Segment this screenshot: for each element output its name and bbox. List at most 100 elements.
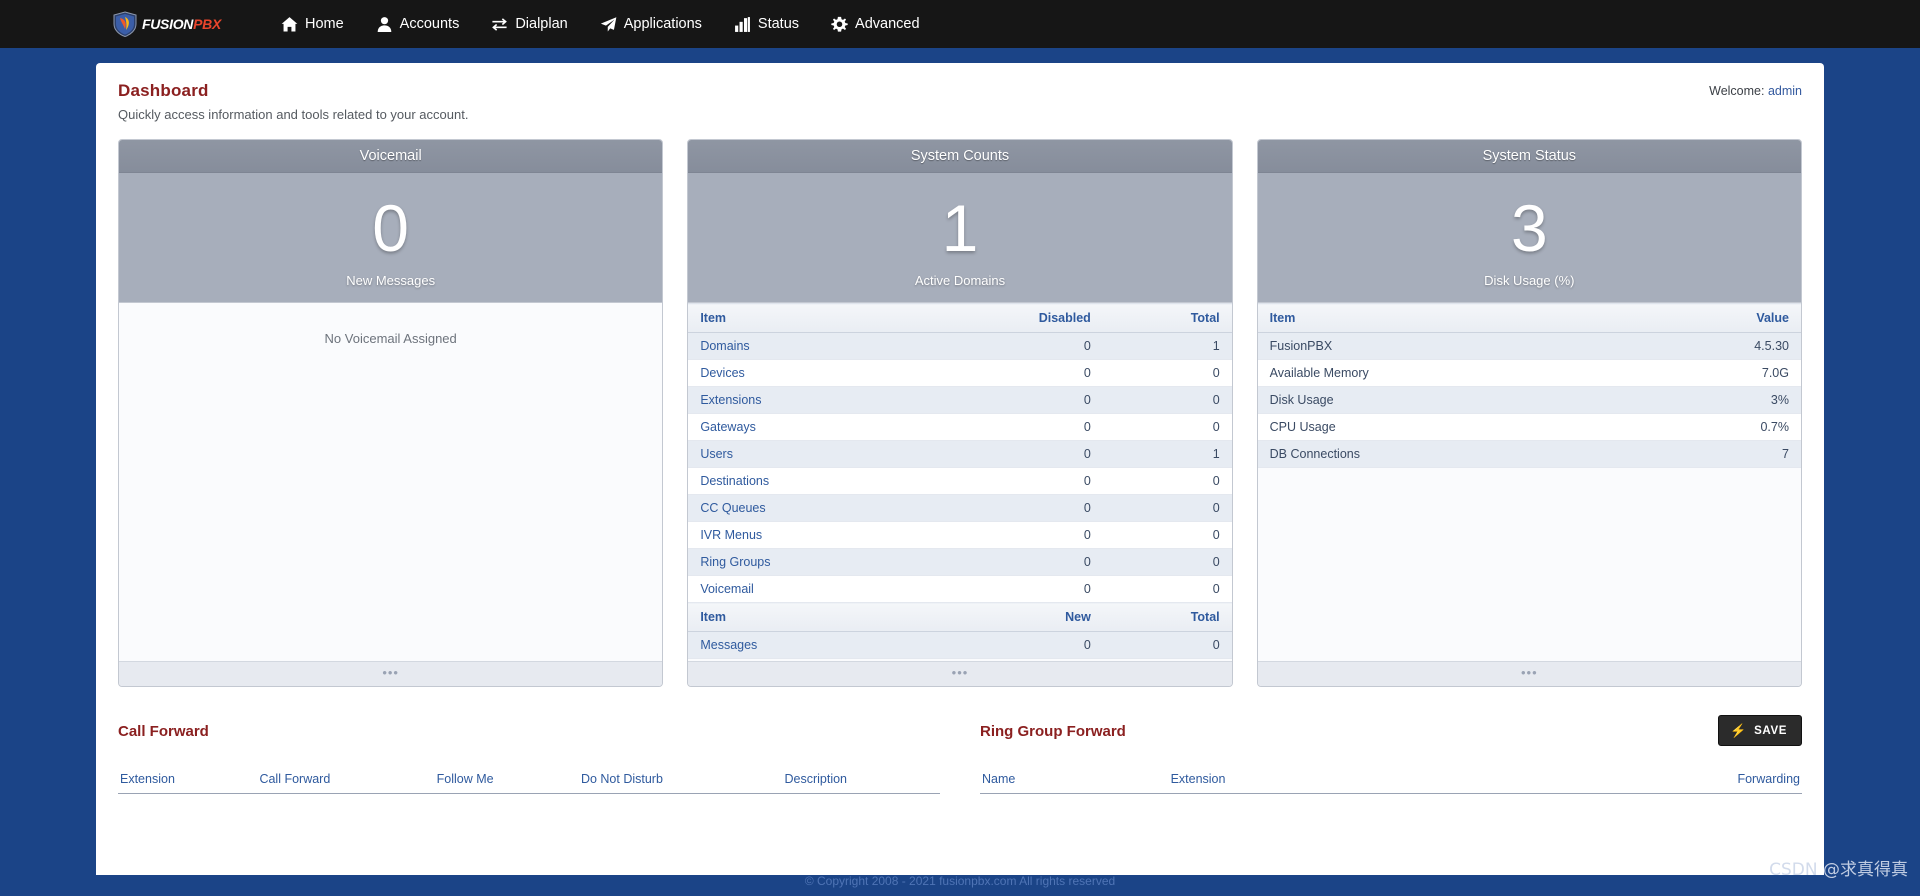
- widget-system-counts: System Counts 1 Active Domains Item Disa…: [687, 139, 1233, 687]
- watermark: CSDN @求真得真: [1769, 860, 1908, 880]
- nav-item-accounts[interactable]: Accounts: [360, 0, 476, 48]
- table-row[interactable]: Gateways 0 0: [688, 413, 1232, 441]
- col-extension[interactable]: Extension: [1168, 768, 1467, 794]
- cell-item[interactable]: Ring Groups: [688, 548, 918, 576]
- cell-item[interactable]: CC Queues: [688, 494, 918, 522]
- cell-item: FusionPBX: [1257, 332, 1626, 360]
- col-total[interactable]: Total: [1102, 303, 1232, 333]
- col-item[interactable]: Item: [688, 303, 918, 333]
- table-row[interactable]: Devices 0 0: [688, 359, 1232, 387]
- table-header-row: Name Extension Forwarding: [980, 768, 1802, 794]
- col-new[interactable]: New: [917, 602, 1103, 632]
- col-description[interactable]: Description: [782, 768, 940, 794]
- cell-item: CPU Usage: [1257, 413, 1626, 441]
- system-counts-footer-dots: •••: [951, 665, 969, 680]
- cell-total: 0: [1102, 467, 1232, 495]
- nav-item-dialplan[interactable]: Dialplan: [475, 0, 583, 48]
- widget-voicemail-body: No Voicemail Assigned: [119, 303, 663, 661]
- exchange-arrows-icon: [491, 16, 508, 33]
- gear-icon: [831, 16, 848, 33]
- cell-disabled: 0: [917, 332, 1103, 360]
- cell-item: DB Connections: [1257, 440, 1626, 468]
- save-button[interactable]: ⚡ SAVE: [1718, 715, 1802, 746]
- voicemail-hero-label: New Messages: [346, 273, 436, 288]
- nav-item-applications[interactable]: Applications: [584, 0, 718, 48]
- cell-item[interactable]: Extensions: [688, 386, 918, 414]
- cell-item[interactable]: Domains: [688, 332, 918, 360]
- col-do-not-disturb[interactable]: Do Not Disturb: [578, 768, 783, 794]
- table-row[interactable]: IVR Menus 0 0: [688, 521, 1232, 549]
- col-disabled[interactable]: Disabled: [917, 303, 1103, 333]
- widget-system-counts-footer[interactable]: •••: [688, 661, 1232, 686]
- call-forward-table: Extension Call Forward Follow Me Do Not …: [118, 768, 940, 794]
- col-forwarding[interactable]: Forwarding: [1466, 768, 1802, 794]
- cell-disabled: 0: [917, 359, 1103, 387]
- table-row[interactable]: Users 0 1: [688, 440, 1232, 468]
- table-row[interactable]: Domains 0 1: [688, 332, 1232, 360]
- cell-disabled: 0: [917, 467, 1103, 495]
- widget-voicemail-title[interactable]: Voicemail: [119, 140, 663, 173]
- dashboard-widgets: Voicemail 0 New Messages No Voicemail As…: [118, 139, 1802, 687]
- cell-item[interactable]: Users: [688, 440, 918, 468]
- ring-group-forward-title: Ring Group Forward: [980, 723, 1126, 740]
- cell-disabled: 0: [917, 548, 1103, 576]
- col-value[interactable]: Value: [1625, 303, 1801, 333]
- table-row[interactable]: CC Queues 0 0: [688, 494, 1232, 522]
- voicemail-empty-note: No Voicemail Assigned: [324, 331, 457, 346]
- col-call-forward[interactable]: Call Forward: [257, 768, 435, 794]
- nav-item-status[interactable]: Status: [718, 0, 815, 48]
- table-row[interactable]: FusionPBX 4.5.30: [1257, 332, 1801, 360]
- disk-usage-value: 3: [1510, 191, 1548, 265]
- cell-item[interactable]: Messages: [688, 631, 918, 659]
- table-row[interactable]: Voicemail 0 0: [688, 575, 1232, 603]
- col-item-2[interactable]: Item: [688, 602, 918, 632]
- cell-item[interactable]: Gateways: [688, 413, 918, 441]
- col-total-2[interactable]: Total: [1102, 602, 1232, 632]
- system-status-rows: FusionPBX 4.5.30 Available Memory 7.0G D…: [1257, 332, 1801, 468]
- table-row[interactable]: Extensions 0 0: [688, 386, 1232, 414]
- col-extension[interactable]: Extension: [118, 768, 258, 794]
- nav-item-home[interactable]: Home: [265, 0, 360, 48]
- cell-total: 1: [1102, 332, 1232, 360]
- table-row[interactable]: CPU Usage 0.7%: [1257, 413, 1801, 441]
- cell-item[interactable]: Voicemail: [688, 575, 918, 603]
- table-row[interactable]: Disk Usage 3%: [1257, 386, 1801, 414]
- cell-item[interactable]: Devices: [688, 359, 918, 387]
- widget-system-status-title[interactable]: System Status: [1257, 140, 1801, 173]
- col-item[interactable]: Item: [1257, 303, 1626, 333]
- widget-system-status-hero[interactable]: 3 Disk Usage (%): [1257, 173, 1801, 303]
- table-row[interactable]: Destinations 0 0: [688, 467, 1232, 495]
- table-row[interactable]: Available Memory 7.0G: [1257, 359, 1801, 387]
- widget-system-counts-title[interactable]: System Counts: [688, 140, 1232, 173]
- copyright-text: © Copyright 2008 - 2021 fusionpbx.com Al…: [804, 874, 1116, 888]
- call-forward-title: Call Forward: [118, 723, 209, 740]
- col-name[interactable]: Name: [980, 768, 1169, 794]
- cell-item[interactable]: Destinations: [688, 467, 918, 495]
- col-follow-me[interactable]: Follow Me: [434, 768, 579, 794]
- cell-total: 0: [1102, 386, 1232, 414]
- widget-system-status-footer[interactable]: •••: [1257, 661, 1801, 686]
- table-header-row-messages: Item New Total: [688, 602, 1232, 632]
- widget-system-status: System Status 3 Disk Usage (%) Item Valu…: [1256, 139, 1802, 687]
- cell-total: 1: [1102, 440, 1232, 468]
- page-title: Dashboard: [118, 81, 209, 100]
- page-frame: Dashboard Quickly access information and…: [96, 63, 1824, 875]
- table-row[interactable]: Ring Groups 0 0: [688, 548, 1232, 576]
- cell-value: 3%: [1625, 386, 1801, 414]
- widget-system-counts-hero[interactable]: 1 Active Domains: [688, 173, 1232, 303]
- table-row[interactable]: DB Connections 7: [1257, 440, 1801, 468]
- welcome-user-link[interactable]: admin: [1768, 84, 1802, 98]
- lightning-bolt-icon: ⚡: [1730, 723, 1748, 738]
- nav-item-advanced[interactable]: Advanced: [815, 0, 936, 48]
- widget-voicemail-footer[interactable]: •••: [119, 661, 663, 686]
- widget-voicemail-hero[interactable]: 0 New Messages: [119, 173, 663, 303]
- cell-item[interactable]: IVR Menus: [688, 521, 918, 549]
- system-counts-messages-rows: Messages 0 0: [688, 631, 1232, 659]
- ring-group-forward-section: Ring Group Forward ⚡ SAVE Name Extension…: [980, 715, 1802, 794]
- nav-label-status: Status: [757, 16, 800, 32]
- table-header-row: Item Value: [1257, 303, 1801, 333]
- bar-chart-icon: [734, 16, 751, 33]
- table-row[interactable]: Messages 0 0: [688, 631, 1232, 659]
- cell-disabled: 0: [917, 494, 1103, 522]
- fusionpbx-logo[interactable]: FUSIONPBX: [112, 11, 221, 38]
